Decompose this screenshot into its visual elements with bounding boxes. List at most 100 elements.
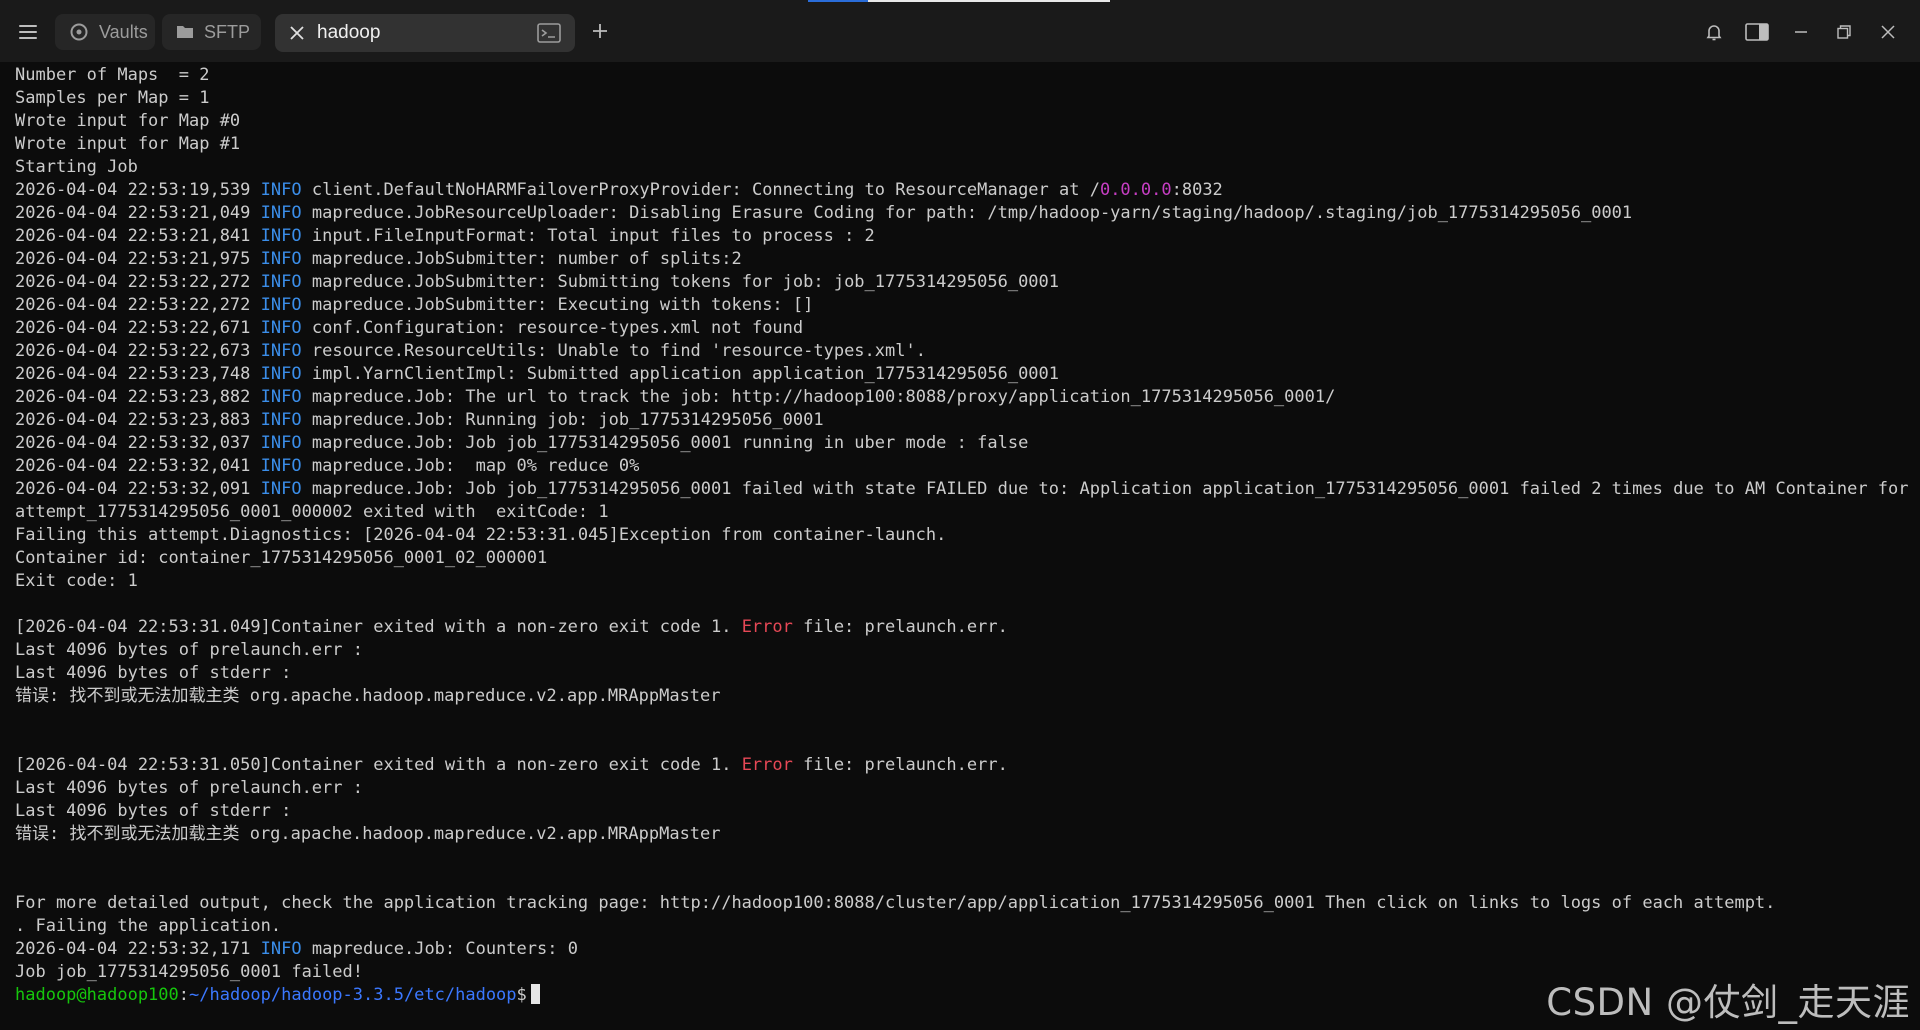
log-message: impl.YarnClientImpl: Submitted applicati…	[311, 364, 1060, 384]
terminal-line: 2026-04-04 22:53:22,272 INFO mapreduce.J…	[15, 294, 1915, 317]
terminal-line: 2026-04-04 22:53:21,049 INFO mapreduce.J…	[15, 202, 1915, 225]
line-text: Container id: container_1775314295056_00…	[15, 548, 548, 568]
log-level: INFO	[260, 180, 302, 200]
terminal-line: 2026-04-04 22:53:22,673 INFO resource.Re…	[15, 340, 1915, 363]
log-timestamp: 2026-04-04 22:53:21,049	[15, 203, 251, 223]
prompt-user-host: hadoop@hadoop100	[15, 985, 179, 1005]
log-timestamp: 2026-04-04 22:53:19,539	[15, 180, 251, 200]
top-accent-blue	[808, 0, 868, 2]
text-cursor	[530, 984, 540, 1004]
tab-hadoop[interactable]: hadoop	[275, 14, 575, 52]
plus-icon[interactable]	[588, 19, 612, 43]
log-level: INFO	[260, 272, 302, 292]
terminal-line: Samples per Map = 1	[15, 87, 1915, 110]
line-text: Last 4096 bytes of prelaunch.err :	[15, 778, 363, 798]
log-level: INFO	[260, 364, 302, 384]
bell-icon[interactable]	[1700, 18, 1728, 46]
line-text: Number of Maps = 2	[15, 65, 210, 85]
close-icon[interactable]	[289, 25, 305, 41]
close-window-icon[interactable]	[1874, 18, 1902, 46]
ip-address: 0.0.0.0	[1099, 180, 1172, 200]
vault-icon	[70, 23, 88, 41]
log-timestamp: 2026-04-04 22:53:22,272	[15, 295, 251, 315]
terminal-line: 2026-04-04 22:53:32,037 INFO mapreduce.J…	[15, 432, 1915, 455]
log-level: INFO	[260, 410, 302, 430]
terminal-output[interactable]: Number of Maps = 2 Samples per Map = 1 Wro…	[15, 64, 1915, 1019]
log-timestamp: 2026-04-04 22:53:22,673	[15, 341, 251, 361]
log-message: mapreduce.Job: Running job: job_17753142…	[311, 410, 824, 430]
line-text: Starting Job	[15, 157, 138, 177]
terminal-line: Last 4096 bytes of prelaunch.err :	[15, 777, 1915, 800]
log-level: INFO	[260, 318, 302, 338]
side-panel-icon[interactable]	[1743, 18, 1771, 46]
log-message: mapreduce.JobResourceUploader: Disabling…	[311, 203, 1633, 223]
log-level: INFO	[260, 433, 302, 453]
line-text: [2026-04-04 22:53:31.049]Container exite…	[15, 617, 742, 637]
log-timestamp: 2026-04-04 22:53:32,037	[15, 433, 251, 453]
terminal-line: Wrote input for Map #1	[15, 133, 1915, 156]
log-message: mapreduce.Job: Job job_1775314295056_000…	[311, 433, 1029, 453]
log-message: mapreduce.JobSubmitter: number of splits…	[311, 249, 742, 269]
line-text: attempt_1775314295056_0001_000002 exited…	[15, 502, 609, 522]
line-text: Samples per Map = 1	[15, 88, 210, 108]
vaults-tab[interactable]: Vaults	[55, 14, 155, 50]
terminal-line: 2026-04-04 22:53:32,041 INFO mapreduce.J…	[15, 455, 1915, 478]
line-text: 错误: 找不到或无法加载主类 org.apache.hadoop.mapredu…	[15, 824, 721, 844]
terminal-line: [2026-04-04 22:53:31.049]Container exite…	[15, 616, 1915, 639]
log-level: INFO	[260, 249, 302, 269]
sftp-label: SFTP	[204, 21, 251, 42]
sftp-tab[interactable]: SFTP	[162, 14, 261, 50]
terminal-line: 2026-04-04 22:53:23,748 INFO impl.YarnCl…	[15, 363, 1915, 386]
terminal-line: Number of Maps = 2	[15, 64, 1915, 87]
terminal-line: attempt_1775314295056_0001_000002 exited…	[15, 501, 1915, 524]
terminal-line: 错误: 找不到或无法加载主类 org.apache.hadoop.mapredu…	[15, 685, 1915, 708]
error-keyword: Error	[741, 617, 793, 637]
terminal-line: . Failing the application.	[15, 915, 1915, 938]
watermark: CSDN @仗剑_走天涯	[1546, 981, 1910, 1024]
log-message: mapreduce.Job: Counters: 0	[311, 939, 578, 959]
log-message: mapreduce.JobSubmitter: Submitting token…	[311, 272, 1060, 292]
log-message: mapreduce.JobSubmitter: Executing with t…	[311, 295, 814, 315]
line-text: 错误: 找不到或无法加载主类 org.apache.hadoop.mapredu…	[15, 686, 721, 706]
terminal-line: Container id: container_1775314295056_00…	[15, 547, 1915, 570]
line-text: [2026-04-04 22:53:31.050]Container exite…	[15, 755, 742, 775]
line-text: Exit code: 1	[15, 571, 138, 591]
terminal-line: Failing this attempt.Diagnostics: [2026-…	[15, 524, 1915, 547]
restore-icon[interactable]	[1830, 18, 1858, 46]
terminal-line: Last 4096 bytes of prelaunch.err :	[15, 639, 1915, 662]
title-bar: Vaults SFTP hadoop	[0, 0, 1920, 62]
terminal-line: 错误: 找不到或无法加载主类 org.apache.hadoop.mapredu…	[15, 823, 1915, 846]
log-timestamp: 2026-04-04 22:53:32,041	[15, 456, 251, 476]
log-message: client.DefaultNoHARMFailoverProxyProvide…	[311, 180, 1100, 200]
terminal-line: Starting Job	[15, 156, 1915, 179]
line-text: Wrote input for Map #0	[15, 111, 241, 131]
minimize-icon[interactable]	[1787, 18, 1815, 46]
error-keyword: Error	[741, 755, 793, 775]
terminal-line: 2026-04-04 22:53:22,272 INFO mapreduce.J…	[15, 271, 1915, 294]
terminal-line: 2026-04-04 22:53:22,671 INFO conf.Config…	[15, 317, 1915, 340]
log-timestamp: 2026-04-04 22:53:23,748	[15, 364, 251, 384]
line-text: Failing this attempt.Diagnostics: [2026-…	[15, 525, 947, 545]
line-text: Last 4096 bytes of stderr :	[15, 801, 292, 821]
line-text: Wrote input for Map #1	[15, 134, 241, 154]
log-message: resource.ResourceUtils: Unable to find '…	[311, 341, 926, 361]
terminal-icon	[537, 23, 561, 43]
top-accent-white	[868, 0, 1110, 2]
terminal-line: Wrote input for Map #0	[15, 110, 1915, 133]
line-text-tail: file: prelaunch.err.	[792, 617, 1008, 637]
log-level: INFO	[260, 939, 302, 959]
log-timestamp: 2026-04-04 22:53:23,883	[15, 410, 251, 430]
log-timestamp: 2026-04-04 22:53:32,171	[15, 939, 251, 959]
log-timestamp: 2026-04-04 22:53:32,091	[15, 479, 251, 499]
line-text: . Failing the application.	[15, 916, 282, 936]
log-level: INFO	[260, 456, 302, 476]
hamburger-menu-icon[interactable]	[14, 18, 42, 46]
log-timestamp: 2026-04-04 22:53:21,975	[15, 249, 251, 269]
log-level: INFO	[260, 226, 302, 246]
terminal-line: 2026-04-04 22:53:19,539 INFO client.Defa…	[15, 179, 1915, 202]
